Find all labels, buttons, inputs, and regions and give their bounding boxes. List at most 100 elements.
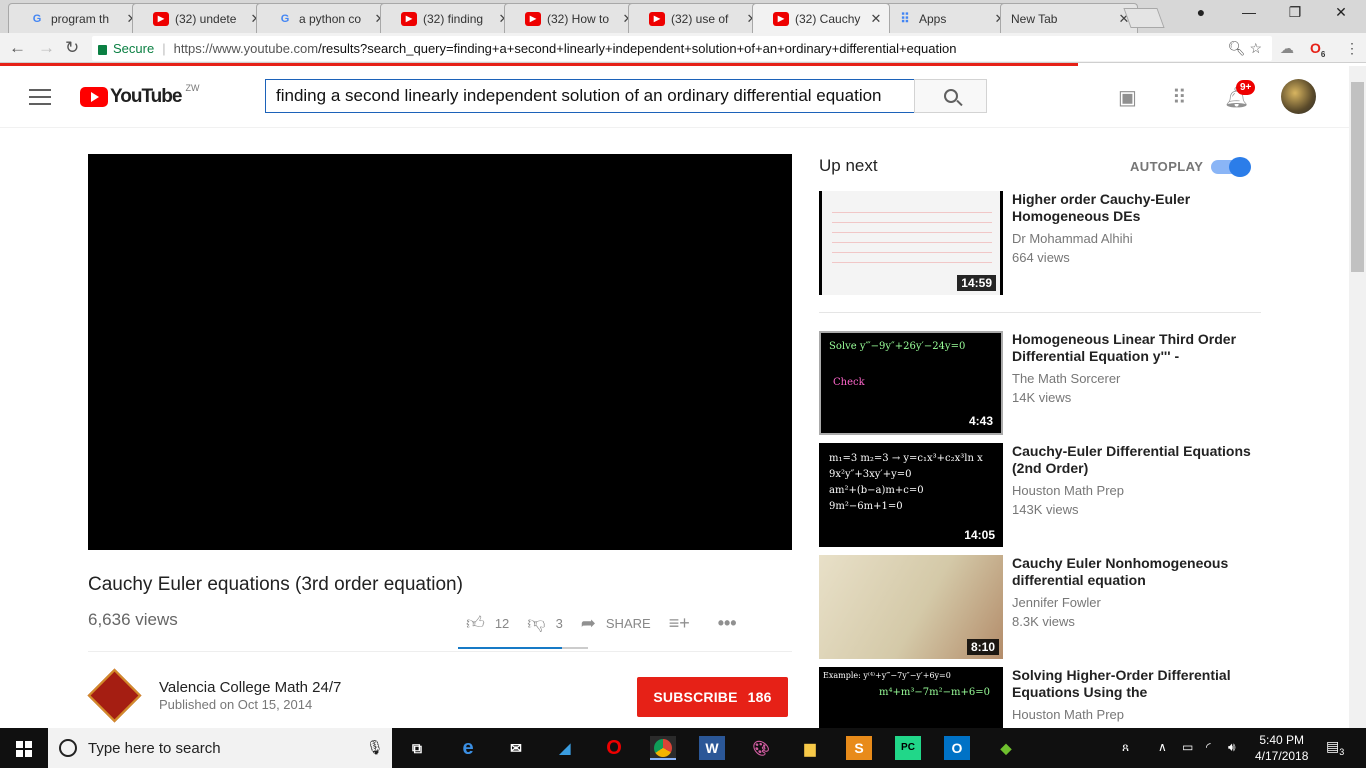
maps-icon[interactable]: ◆ [993,736,1019,760]
suggestion-card[interactable]: 14:59 Higher order Cauchy-Euler Homogene… [819,191,1259,295]
video-thumbnail[interactable]: 14:59 [819,191,1003,295]
youtube-logo[interactable]: YouTube ZW [80,83,199,108]
share-button[interactable]: ➦ SHARE [581,613,651,634]
browser-tab[interactable]: ▶(32) How to✕ [504,3,642,33]
suggestion-title[interactable]: Cauchy-Euler Differential Equations (2nd… [1012,443,1252,477]
mail-icon[interactable]: ✉ [503,736,529,760]
apps-grid-icon[interactable]: ⠿ [1172,85,1187,110]
sublime-icon[interactable]: S [846,736,872,760]
like-count: 12 [494,615,510,631]
hamburger-menu-icon[interactable] [29,89,51,105]
suggestion-card[interactable]: 8:10 Cauchy Euler Nonhomogeneous differe… [819,555,1259,659]
browser-tab[interactable]: ▶(32) undete✕ [132,3,270,33]
pycharm-icon[interactable]: PC [895,736,921,760]
browser-tab[interactable]: ⠿Apps✕ [876,3,1014,33]
close-icon[interactable]: ✕ [869,11,883,27]
avatar[interactable] [1281,79,1316,114]
video-thumbnail[interactable]: Solve y‴−9y″+26y′−24y=0 Check 4:43 [819,331,1003,435]
zoom-icon[interactable]: 🔍︎ ☆ [1228,40,1262,57]
duration-badge: 4:43 [964,413,997,429]
minimize-button[interactable]: — [1226,4,1272,20]
channel-logo[interactable] [87,668,142,723]
battery-icon[interactable]: ▭ [1182,740,1193,754]
browser-tab[interactable]: ▶(32) use of✕ [628,3,766,33]
video-player[interactable] [88,154,792,550]
clock-time: 5:40 PM [1259,733,1305,747]
channel-name[interactable]: Valencia College Math 24/7 [159,679,341,696]
browser-toolbar: ← → ↻ Secure | https://www.youtube.com/r… [0,33,1366,63]
clock-date: 4/17/2018 [1255,749,1309,763]
menu-dots-icon[interactable]: ⋮ [1345,40,1359,57]
taskbar-search-box[interactable]: Type here to search 🎙︎ [48,728,392,768]
tray-chevron-icon[interactable]: ∧ [1158,740,1167,754]
people-icon[interactable]: ጸ [1122,740,1129,755]
suggestion-card[interactable]: m₁=3 m₂=3 → y=c₁x³+c₂x³ln x 9x²y″+3xy′+y… [819,443,1259,547]
video-thumbnail[interactable]: Example: y⁽⁴⁾+y‴−7y″−y′+6y=0 m⁴+m³−7m²−m… [819,667,1003,728]
browser-tab[interactable]: Gprogram th✕ [8,3,146,33]
upload-video-icon[interactable]: ▣ [1118,85,1137,110]
autoplay-toggle[interactable] [1211,157,1251,177]
back-arrow-icon[interactable]: ← [9,38,26,58]
volume-icon[interactable]: 🔊︎ [1228,740,1236,755]
browser-tab[interactable]: Ga python co✕ [256,3,394,33]
more-dots-icon: ••• [717,612,737,633]
duration-badge: 8:10 [966,639,999,655]
opera-icon[interactable]: O [601,736,627,760]
tab-title: (32) use of [671,11,729,26]
browser-tab-active[interactable]: ▶ (32) Cauchy ✕ [752,3,890,33]
profile-icon[interactable]: ● [1178,4,1224,20]
tab-title: (32) finding [423,11,484,26]
secure-indicator[interactable]: Secure [98,41,154,56]
sentiment-bar [458,647,588,649]
word-icon[interactable]: W [699,736,725,760]
wifi-icon[interactable]: ◜ [1206,740,1211,754]
paint-icon[interactable]: 🎨︎ [748,736,774,760]
search-button[interactable] [914,79,987,113]
new-tab-button[interactable] [1123,8,1165,28]
suggestion-title[interactable]: Cauchy Euler Nonhomogeneous differential… [1012,555,1252,589]
app-icon[interactable]: ◢ [552,736,578,760]
action-center-icon[interactable]: ▤3 [1326,738,1344,757]
edge-icon[interactable]: e [455,736,481,760]
browser-tab-strip: Gprogram th✕ ▶(32) undete✕ Ga python co✕… [0,0,1366,33]
video-thumbnail[interactable]: 8:10 [819,555,1003,659]
restore-button[interactable]: ❐ [1272,4,1318,21]
forward-arrow-icon[interactable]: → [38,38,55,58]
outlook-icon[interactable]: O [944,736,970,760]
video-actions: 👍︎ 12 👎︎ 3 ➦ SHARE ≡+ ••• [466,612,765,634]
add-to-playlist-button[interactable]: ≡+ [669,613,700,634]
suggestion-title[interactable]: Higher order Cauchy-Euler Homogeneous DE… [1012,191,1252,225]
reload-icon[interactable]: ↻ [65,38,79,58]
more-actions-button[interactable]: ••• [718,613,747,634]
taskbar-clock[interactable]: 5:40 PM 4/17/2018 [1255,732,1308,764]
scrollbar-thumb[interactable] [1351,82,1364,272]
window-close-button[interactable]: ✕ [1318,4,1364,21]
suggestion-title[interactable]: Solving Higher-Order Differential Equati… [1012,667,1252,701]
video-thumbnail[interactable]: m₁=3 m₂=3 → y=c₁x³+c₂x³ln x 9x²y″+3xy′+y… [819,443,1003,547]
youtube-icon: ▶ [525,11,541,26]
tab-title: program th [51,11,110,26]
search-input[interactable] [265,79,915,113]
address-bar[interactable]: Secure | https://www.youtube.com/results… [92,36,1272,61]
microphone-icon[interactable]: 🎙︎ [366,739,384,756]
suggestion-card[interactable]: Example: y⁽⁴⁾+y‴−7y″−y′+6y=0 m⁴+m³−7m²−m… [819,667,1259,728]
windows-start-icon[interactable] [16,741,32,757]
page-scrollbar[interactable] [1349,66,1366,728]
chrome-icon[interactable] [650,736,676,760]
browser-tab[interactable]: ▶(32) finding✕ [380,3,518,33]
url-text[interactable]: https://www.youtube.com/results?search_q… [174,41,957,56]
suggestion-card[interactable]: Solve y‴−9y″+26y′−24y=0 Check 4:43 Homog… [819,331,1259,435]
share-label: SHARE [605,615,651,631]
subscribe-button[interactable]: SUBSCRIBE 186 [637,677,788,717]
task-view-icon[interactable]: ⧉ [404,736,430,760]
file-explorer-icon[interactable]: ▆ [797,736,823,760]
suggestion-title[interactable]: Homogeneous Linear Third Order Different… [1012,331,1252,365]
like-button[interactable]: 👍︎ 12 [466,612,509,634]
extension-icon[interactable]: ☁ [1280,40,1294,57]
dislike-button[interactable]: 👎︎ 3 [527,612,563,634]
browser-tab[interactable]: New Tab ✕ [1000,3,1138,33]
opera-extension-icon[interactable]: O6 [1310,40,1325,59]
playlist-add-icon: ≡+ [668,612,690,633]
youtube-play-icon [80,87,108,107]
star-icon[interactable]: ☆ [1249,40,1262,56]
